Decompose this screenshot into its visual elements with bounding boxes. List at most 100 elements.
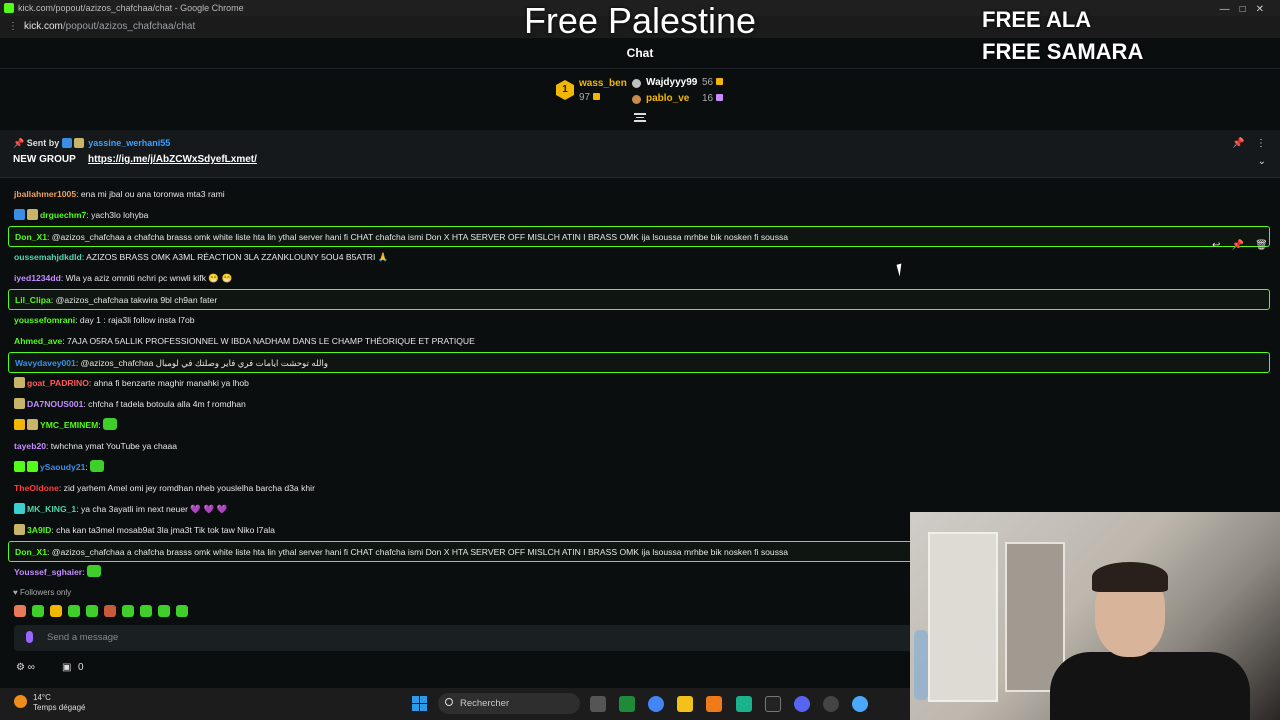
- user-badge-icon: [27, 461, 38, 472]
- emote-icon[interactable]: [14, 605, 26, 617]
- chat-username[interactable]: TheOldone: [14, 483, 59, 493]
- emote-icon[interactable]: [104, 605, 116, 617]
- settings-icon[interactable]: [852, 696, 868, 712]
- coin-icon: [593, 93, 601, 100]
- delete-icon[interactable]: 🗑: [1255, 240, 1268, 251]
- chat-text: zid yarhem Amel omi jey romdhan nheb you…: [63, 483, 315, 493]
- chat-message[interactable]: Don_X1: @azizos_chafchaa a chafcha brass…: [8, 226, 1270, 247]
- chat-text: ena mi jbal ou ana toronwa mta3 rami: [80, 189, 225, 199]
- emote-picker-icon[interactable]: [26, 631, 33, 643]
- chat-username[interactable]: Don_X1: [15, 232, 47, 242]
- leader-name[interactable]: pablo_ve: [646, 93, 689, 104]
- overlay-right-line1: FREE ALA: [982, 7, 1092, 32]
- chat-message[interactable]: YMC_EMINEM:: [8, 415, 1270, 436]
- chat-text: Wla ya aziz omniti nchri pc wnwli kifk 😁…: [65, 273, 233, 283]
- rank-medal-icon: 1: [556, 80, 574, 100]
- chat-message[interactable]: Ahmed_ave: 7AJA O5RA 5ALLIK PROFESSIONNE…: [8, 331, 1270, 352]
- app-icon[interactable]: [706, 696, 722, 712]
- reply-icon[interactable]: ↩: [1212, 240, 1220, 251]
- chat-username[interactable]: iyed1234dd: [14, 273, 61, 283]
- chat-username[interactable]: tayeb20: [14, 441, 46, 451]
- chat-message[interactable]: goat_PADRINO: ahna fi benzarte maghir ma…: [8, 373, 1270, 394]
- chat-message[interactable]: youssefomrani: day 1 : raja3li follow in…: [8, 310, 1270, 331]
- emote-icon[interactable]: [68, 605, 80, 617]
- pinned-sender[interactable]: yassine_werhani55: [88, 138, 170, 148]
- chat-text: @azizos_chafchaa a chafcha brasss omk wh…: [51, 232, 789, 242]
- chat-text: AZIZOS BRASS OMK A3ML RÉACTION 3LA ZZANK…: [86, 252, 389, 262]
- emote-icon[interactable]: [86, 605, 98, 617]
- chrome-icon[interactable]: [648, 696, 664, 712]
- settings-icon[interactable]: ⚙ ∞: [16, 662, 35, 673]
- app-icon[interactable]: [736, 696, 752, 712]
- user-badge-icon: [14, 419, 25, 430]
- chat-username[interactable]: jballahmer1005: [14, 189, 76, 199]
- chat-footer: ⚙ ∞ ▣ 0: [16, 662, 84, 673]
- webcam-overlay: [910, 512, 1280, 720]
- chat-username[interactable]: Don_X1: [15, 547, 47, 557]
- chat-text: ahna fi benzarte maghir manahki ya lhob: [93, 378, 249, 388]
- emote-icon[interactable]: [140, 605, 152, 617]
- water-bottle: [914, 630, 928, 700]
- emote-icon[interactable]: [176, 605, 188, 617]
- taskbar-search[interactable]: Rechercher: [438, 693, 580, 714]
- emote-icon[interactable]: [158, 605, 170, 617]
- emote-icon[interactable]: [32, 605, 44, 617]
- chat-message[interactable]: drguechm7: yach3lo lohyba: [8, 205, 1270, 226]
- bronze-medal-icon: [632, 95, 641, 104]
- emote-icon[interactable]: [50, 605, 62, 617]
- chat-message[interactable]: iyed1234dd: Wla ya aziz omniti nchri pc …: [8, 268, 1270, 289]
- pinned-link[interactable]: https://ig.me/j/AbZCWxSdyefLxmet/: [88, 154, 257, 165]
- chat-username[interactable]: Ahmed_ave: [14, 336, 62, 346]
- chat-text: twhchna ymat YouTube ya chaaa: [50, 441, 178, 451]
- chat-username[interactable]: youssefomrani: [14, 315, 75, 325]
- chat-message[interactable]: oussemahjdkdld: AZIZOS BRASS OMK A3ML RÉ…: [8, 247, 1270, 268]
- app-icon[interactable]: [765, 696, 781, 712]
- chat-message[interactable]: Lil_Clipa: @azizos_chafchaa takwira 9bl …: [8, 289, 1270, 310]
- chevron-down-icon[interactable]: ⌄: [1258, 156, 1266, 167]
- emote-icon[interactable]: [122, 605, 134, 617]
- message-actions: ↩ 📌 🗑: [1212, 240, 1274, 256]
- chat-username[interactable]: YMC_EMINEM: [40, 420, 98, 430]
- user-badge-icon: [14, 398, 25, 409]
- screen: kick.com/popout/azizos_chafchaa/chat - G…: [0, 0, 1280, 720]
- leader-name[interactable]: Wajdyyy99: [646, 77, 697, 88]
- expand-leaderboard-icon[interactable]: [634, 113, 646, 122]
- chat-text: 7AJA O5RA 5ALLIK PROFESSIONNEL W IBDA NA…: [67, 336, 475, 346]
- chat-message[interactable]: Wavydavey001: @azizos_chafchaa والله توح…: [8, 352, 1270, 373]
- chat-header: Chat: [626, 46, 654, 60]
- chat-message[interactable]: ySaoudy21:: [8, 457, 1270, 478]
- chat-message[interactable]: jballahmer1005: ena mi jbal ou ana toron…: [8, 184, 1270, 205]
- chat-username[interactable]: Lil_Clipa: [15, 295, 51, 305]
- leader-count: 16: [702, 93, 724, 104]
- file-explorer-icon[interactable]: [677, 696, 693, 712]
- chat-username[interactable]: goat_PADRINO: [27, 378, 89, 388]
- chat-username[interactable]: drguechm7: [40, 210, 86, 220]
- chat-text: @azizos_chafchaa a chafcha brasss omk wh…: [51, 547, 789, 557]
- divider: [0, 68, 1280, 69]
- discord-icon[interactable]: [794, 696, 810, 712]
- chat-username[interactable]: Wavydavey001: [15, 358, 76, 368]
- pin-icon[interactable]: 📌: [1232, 240, 1244, 251]
- user-badge-icon: [14, 503, 25, 514]
- chat-username[interactable]: DA7NOUS001: [27, 399, 83, 409]
- chat-text: yach3lo lohyba: [91, 210, 149, 220]
- app-icon[interactable]: [823, 696, 839, 712]
- pin-icon[interactable]: 📌 ⋮: [1232, 138, 1266, 149]
- chat-username[interactable]: ySaoudy21: [40, 462, 85, 472]
- leader-name[interactable]: wass_ben: [579, 78, 627, 89]
- chat-username[interactable]: Youssef_sghaier: [14, 567, 82, 577]
- chat-username[interactable]: oussemahjdkdld: [14, 252, 82, 262]
- windows-start-icon[interactable]: [412, 696, 427, 711]
- chat-message[interactable]: tayeb20: twhchna ymat YouTube ya chaaa: [8, 436, 1270, 457]
- chat-message[interactable]: TheOldone: zid yarhem Amel omi jey romdh…: [8, 478, 1270, 499]
- chat-input[interactable]: Send a message: [14, 625, 914, 651]
- coin-icon: [716, 94, 724, 101]
- chat-message[interactable]: DA7NOUS001: chfcha f tadela botoula alla…: [8, 394, 1270, 415]
- user-badge-icon: [61, 138, 72, 148]
- app-icon[interactable]: [619, 696, 635, 712]
- chat-username[interactable]: 3A9ID: [27, 525, 51, 535]
- task-view-icon[interactable]: [590, 696, 606, 712]
- user-badge-icon: [14, 524, 25, 535]
- chat-username[interactable]: MK_KING_1: [27, 504, 76, 514]
- gift-icon[interactable]: ▣: [62, 662, 71, 673]
